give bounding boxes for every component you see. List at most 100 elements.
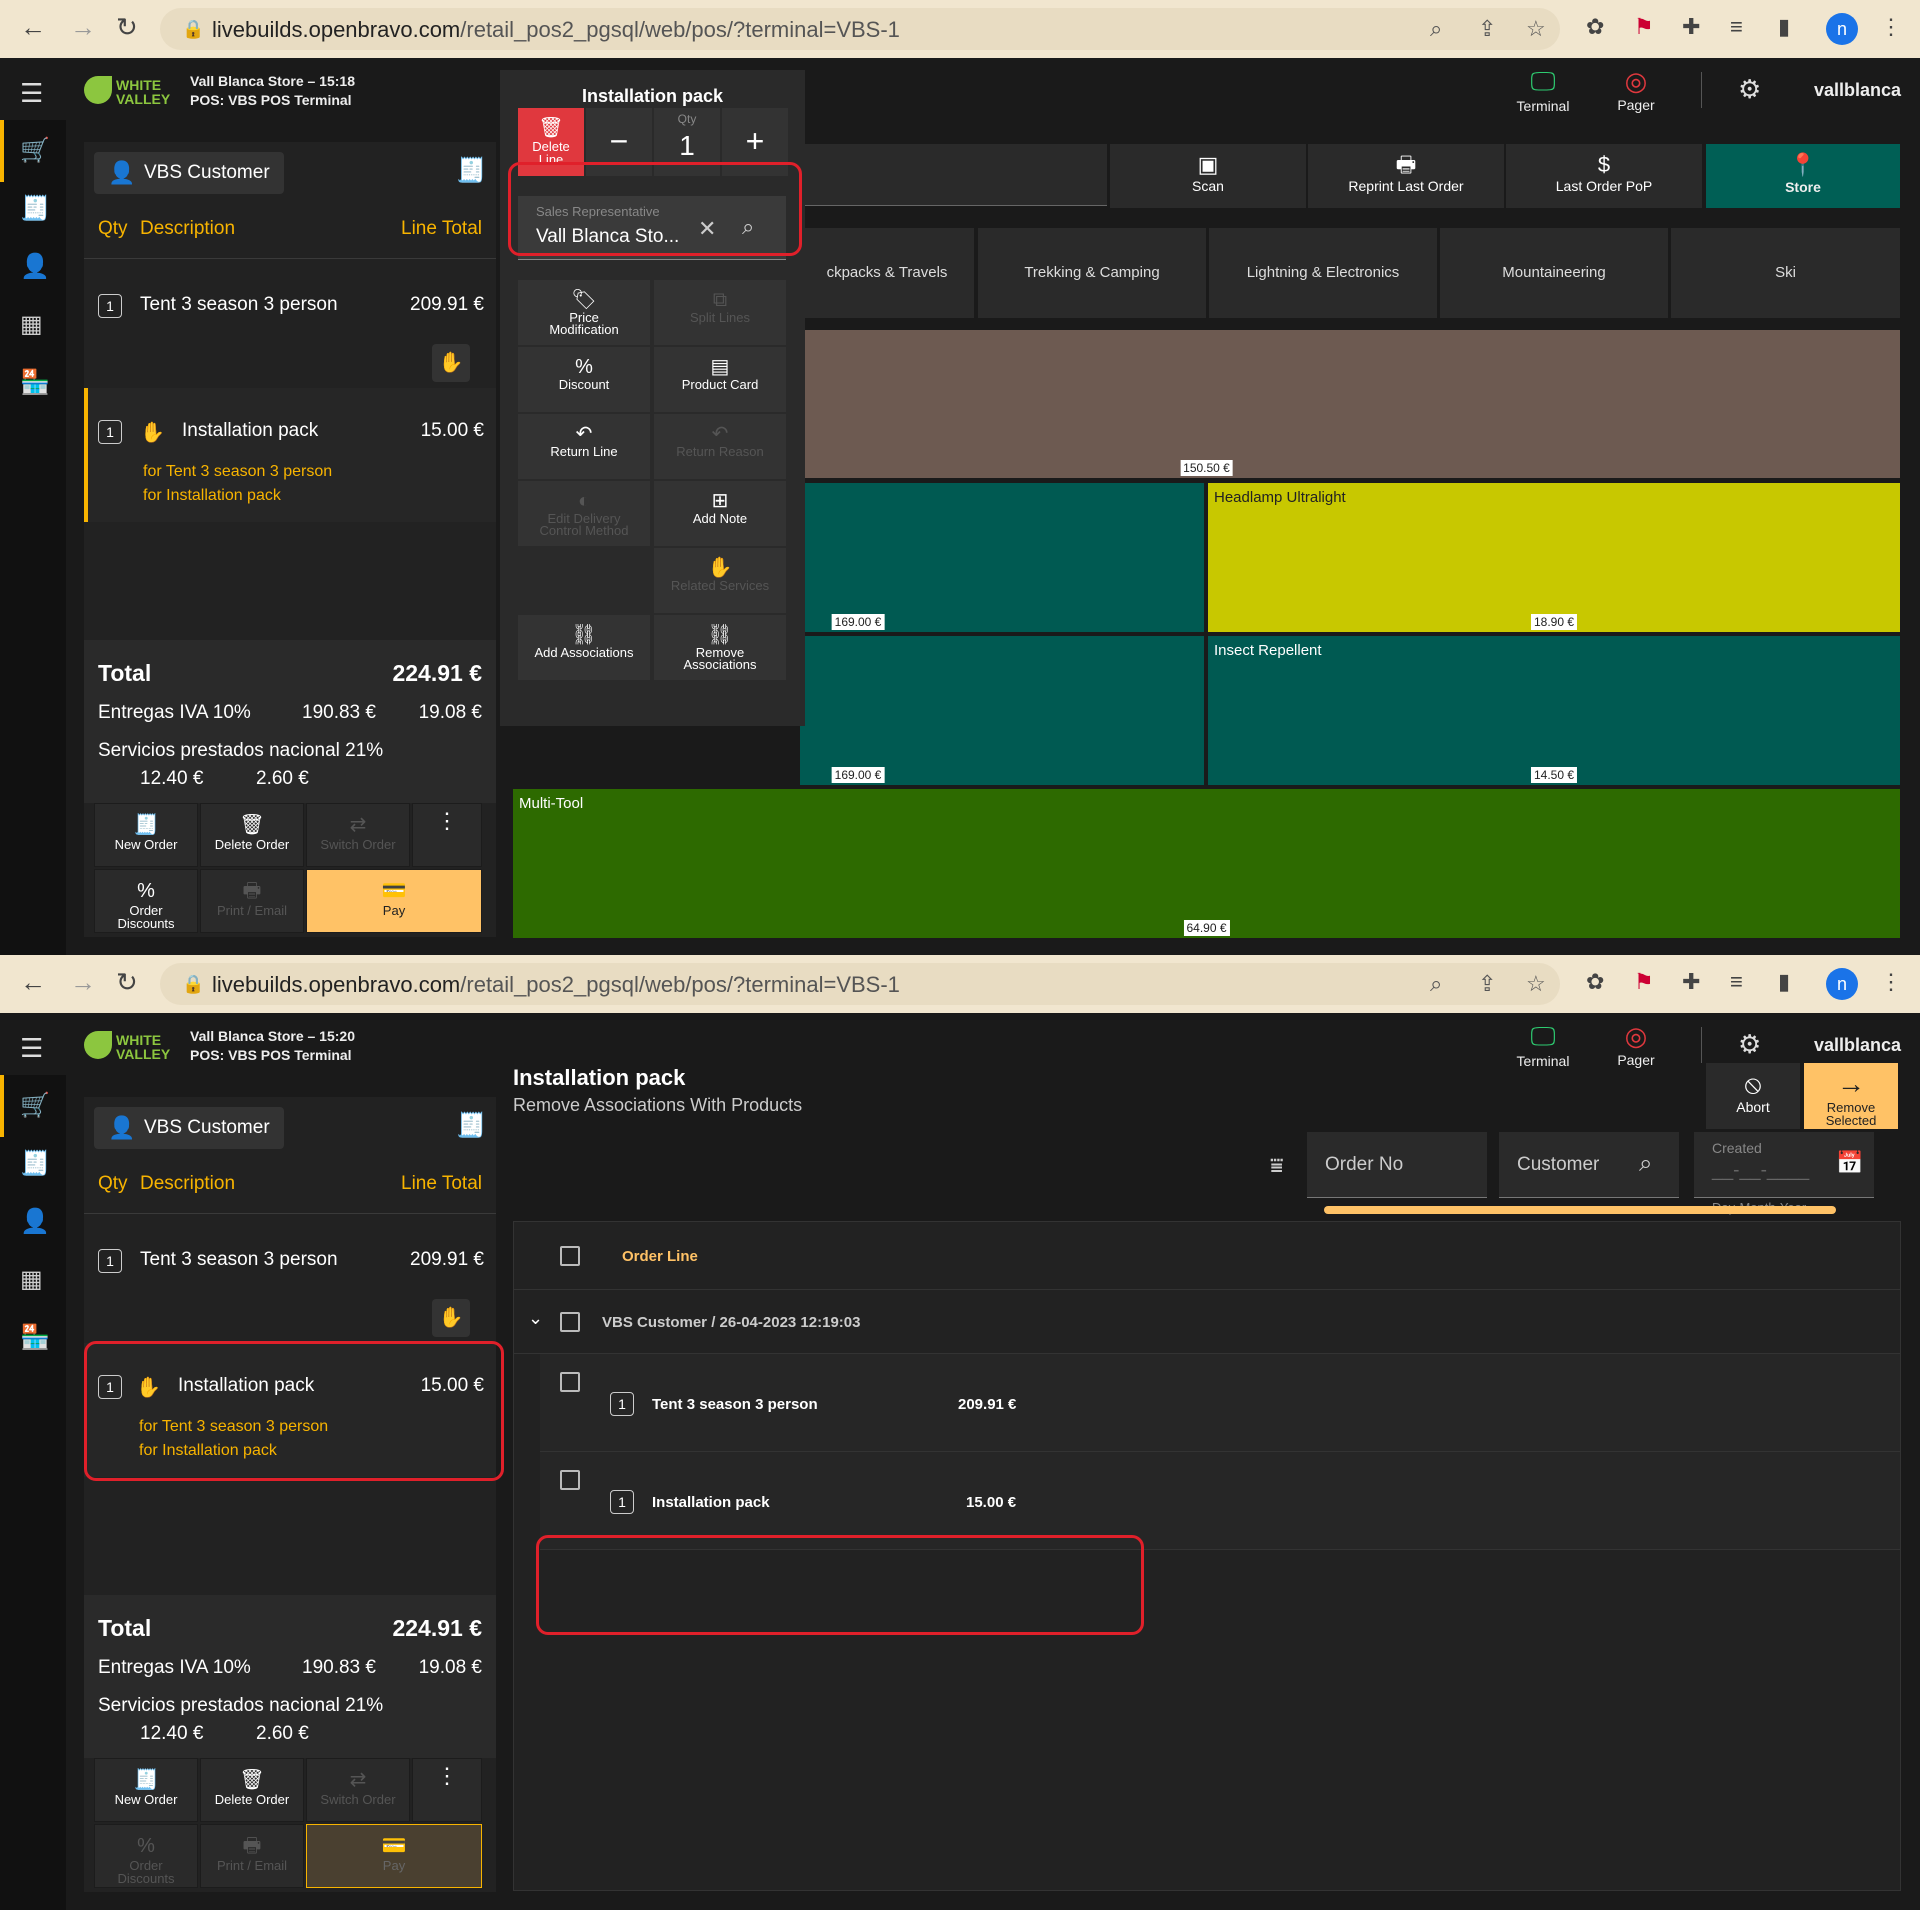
row-checkbox[interactable] (560, 1470, 580, 1490)
address-bar[interactable]: 🔒 livebuilds.openbravo.com/retail_pos2_p… (160, 963, 1560, 1005)
pay-button[interactable]: 💳 Pay (306, 1824, 482, 1888)
puzzle-icon[interactable]: ✚ (1682, 969, 1700, 995)
forward-icon[interactable]: → (70, 12, 96, 43)
switch-order-button[interactable]: ⇄ Switch Order (306, 1758, 410, 1822)
receipt-icon[interactable]: 🧾 (20, 1149, 50, 1178)
share-icon[interactable]: ⇪ (1478, 971, 1496, 997)
print-email-button[interactable]: 🖶 Print / Email (200, 1824, 304, 1888)
chevron-down-icon[interactable]: ⌄ (528, 1308, 543, 1329)
hamburger-menu-icon[interactable]: ☰ (20, 78, 43, 109)
cart-icon[interactable]: 🛒 (20, 1091, 50, 1120)
terminal-button[interactable]: 🖵 Terminal (1510, 66, 1576, 114)
row-checkbox[interactable] (560, 1372, 580, 1392)
order-line[interactable]: 1 Tent 3 season 3 person 209.91 € ✋ (84, 1215, 496, 1343)
reload-icon[interactable]: ↻ (116, 967, 138, 998)
created-date-input[interactable]: Created __-__-____ 📅 Day-Month-Year (1694, 1132, 1874, 1215)
forward-icon[interactable]: → (70, 967, 96, 998)
customer-button[interactable]: 👤 VBS Customer (94, 1107, 284, 1149)
share-icon[interactable]: ⇪ (1478, 16, 1496, 42)
store-icon[interactable]: 🏪 (20, 1323, 50, 1352)
menu-dots-icon[interactable]: ⋮ (1880, 14, 1902, 40)
reprint-last-order-button[interactable]: 🖶 Reprint Last Order (1308, 144, 1504, 208)
abort-button[interactable]: ⦸ Abort (1706, 1063, 1800, 1129)
sidepanel-icon[interactable]: ▮ (1778, 14, 1790, 40)
services-icon[interactable]: ✋ (432, 1299, 470, 1337)
calendar-icon[interactable]: 📅 (1836, 1150, 1863, 1176)
product-card-button[interactable]: ▤ Product Card (654, 347, 786, 412)
pay-button[interactable]: 💳 Pay (306, 869, 482, 933)
delete-order-button[interactable]: 🗑 Delete Order (200, 803, 304, 867)
store-icon[interactable]: 🏪 (20, 368, 50, 397)
discount-button[interactable]: % Discount (518, 347, 650, 412)
services-icon[interactable]: ✋ (432, 344, 470, 382)
return-line-button[interactable]: ↶ Return Line (518, 414, 650, 479)
category-backpacks[interactable]: ckpacks & Travels (800, 228, 974, 318)
new-order-button[interactable]: 🧾 New Order (94, 803, 198, 867)
gear-icon[interactable]: ⚙ (1738, 74, 1761, 105)
sidepanel-icon[interactable]: ▮ (1778, 969, 1790, 995)
delete-order-button[interactable]: 🗑 Delete Order (200, 1758, 304, 1822)
filter-icon[interactable]: ⩸ (1270, 1153, 1283, 1179)
user-icon[interactable]: 👤 (20, 1207, 50, 1236)
remove-associations-button[interactable]: ⛓ Remove Associations (654, 615, 786, 680)
extension-icon[interactable]: ✿ (1586, 14, 1604, 40)
back-icon[interactable]: ← (20, 12, 46, 43)
pager-button[interactable]: ◎ Pager (1606, 1021, 1666, 1068)
zoom-icon[interactable]: ⌕ (1430, 971, 1442, 997)
search-icon[interactable]: ⌕ (1639, 1150, 1652, 1178)
user-icon[interactable]: 👤 (20, 252, 50, 281)
category-lightning[interactable]: Lightning & Electronics (1209, 228, 1437, 318)
hamburger-menu-icon[interactable]: ☰ (20, 1033, 43, 1064)
order-discounts-button[interactable]: % Order Discounts (94, 1824, 198, 1888)
zoom-icon[interactable]: ⌕ (1430, 16, 1442, 42)
order-line-selected[interactable]: 1 ✋ Installation pack 15.00 € for Tent 3… (84, 388, 496, 522)
pager-button[interactable]: ◎ Pager (1606, 66, 1666, 113)
address-bar[interactable]: 🔒 livebuilds.openbravo.com/retail_pos2_p… (160, 8, 1560, 50)
cash-register-icon[interactable]: ▦ (20, 310, 43, 339)
receipt-icon[interactable]: 🧾 (20, 194, 50, 223)
switch-order-button[interactable]: ⇄ Switch Order (306, 803, 410, 867)
add-note-button[interactable]: ⊞ Add Note (654, 481, 786, 546)
star-icon[interactable]: ☆ (1526, 971, 1546, 997)
add-associations-button[interactable]: ⛓ Add Associations (518, 615, 650, 680)
product-tile[interactable]: 169.00 € (800, 483, 1204, 632)
terminal-button[interactable]: 🖵 Terminal (1510, 1021, 1576, 1069)
media-icon[interactable]: ≡ (1730, 969, 1743, 995)
remove-selected-button[interactable]: → Remove Selected (1804, 1063, 1898, 1129)
return-reason-button[interactable]: ↶ Return Reason (654, 414, 786, 479)
customer-button[interactable]: 👤 VBS Customer (94, 152, 284, 194)
last-order-pop-button[interactable]: $ Last Order PoP (1506, 144, 1702, 208)
product-tile-headlamp[interactable]: Headlamp Ultralight 18.90 € (1208, 483, 1900, 632)
cash-register-icon[interactable]: ▦ (20, 1265, 43, 1294)
receipt-settings-icon[interactable]: 🧾 (456, 156, 486, 185)
puzzle-icon[interactable]: ✚ (1682, 14, 1700, 40)
search-field[interactable] (805, 144, 1107, 206)
gear-icon[interactable]: ⚙ (1738, 1029, 1761, 1060)
category-ski[interactable]: Ski (1671, 228, 1900, 318)
profile-avatar[interactable]: n (1826, 13, 1858, 45)
product-tile-insect-repellent[interactable]: Insect Repellent 14.50 € (1208, 636, 1900, 785)
group-checkbox[interactable] (560, 1312, 580, 1332)
extension-flag-icon[interactable]: ⚑ (1634, 969, 1654, 995)
order-group-row[interactable]: ⌄ VBS Customer / 26-04-2023 12:19:03 (514, 1290, 1900, 1354)
scan-button[interactable]: ▣ Scan (1110, 144, 1306, 208)
extension-flag-icon[interactable]: ⚑ (1634, 14, 1654, 40)
order-no-input[interactable]: Order No (1307, 1132, 1487, 1198)
more-options-icon[interactable]: ⋮ (412, 803, 482, 867)
customer-input[interactable]: Customer ⌕ (1499, 1132, 1679, 1198)
category-trekking[interactable]: Trekking & Camping (978, 228, 1206, 318)
extension-icon[interactable]: ✿ (1586, 969, 1604, 995)
order-line[interactable]: 1 Tent 3 season 3 person 209.91 € ✋ (84, 260, 496, 388)
profile-avatar[interactable]: n (1826, 968, 1858, 1000)
receipt-settings-icon[interactable]: 🧾 (456, 1111, 486, 1140)
more-options-icon[interactable]: ⋮ (412, 1758, 482, 1822)
menu-dots-icon[interactable]: ⋮ (1880, 969, 1902, 995)
new-order-button[interactable]: 🧾 New Order (94, 1758, 198, 1822)
product-tile[interactable]: 169.00 € (800, 636, 1204, 785)
product-tile-multi-tool[interactable]: Multi-Tool 64.90 € (513, 789, 1900, 938)
store-button[interactable]: 📍 Store (1706, 144, 1900, 208)
price-modification-button[interactable]: 🏷 Price Modification (518, 280, 650, 345)
split-lines-button[interactable]: ⧉ Split Lines (654, 280, 786, 345)
related-services-button[interactable]: ✋ Related Services (654, 548, 786, 613)
media-icon[interactable]: ≡ (1730, 14, 1743, 40)
